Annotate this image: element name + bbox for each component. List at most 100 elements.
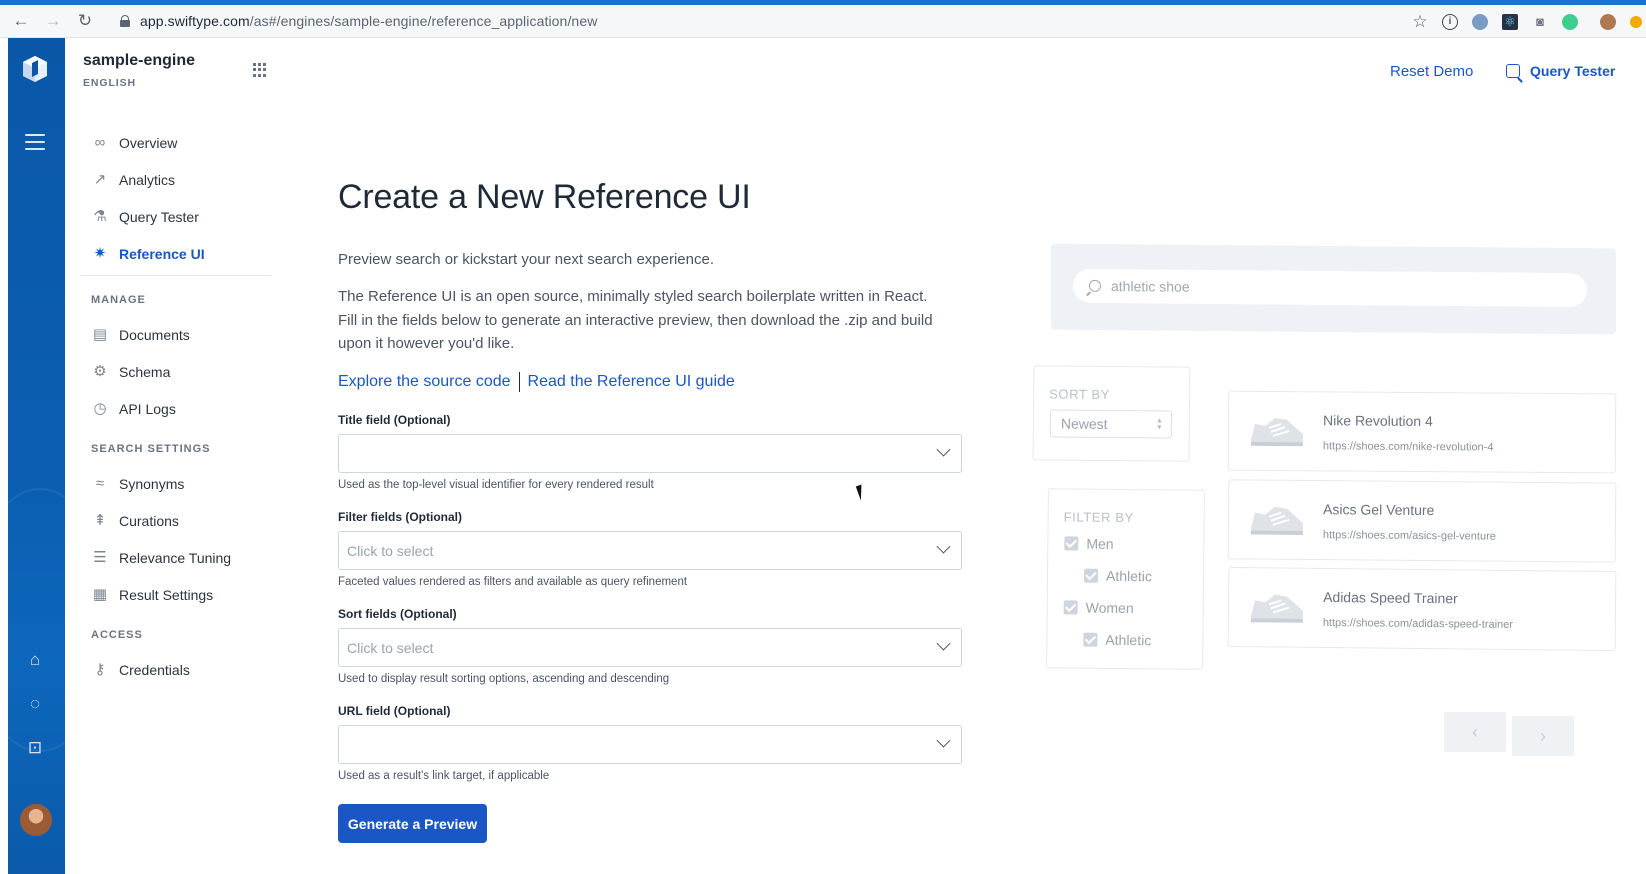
hamburger-menu-icon[interactable] xyxy=(25,134,45,155)
browser-toolbar: ← → ↻ app.swiftype.com/as#/engines/sampl… xyxy=(0,5,1646,38)
sidebar-item-relevance-tuning[interactable]: ☰ Relevance Tuning xyxy=(81,539,271,576)
bookmark-star-icon[interactable]: ☆ xyxy=(1412,13,1428,30)
preview-search-box: athletic shoe xyxy=(1073,268,1587,308)
chat-icon[interactable]: ◌ xyxy=(25,694,45,714)
sort-fields-label: Sort fields (Optional) xyxy=(338,607,457,621)
binoculars-icon: ∞ xyxy=(94,133,106,151)
reset-demo-button[interactable]: Reset Demo xyxy=(1390,63,1473,80)
preview-result-url: https://shoes.com/asics-gel-venture xyxy=(1322,529,1496,543)
search-icon xyxy=(1089,279,1101,292)
wave-icon: ≈ xyxy=(95,474,105,492)
sidebar-item-result-settings[interactable]: ▦ Result Settings xyxy=(81,576,271,613)
sidebar-item-credentials[interactable]: ⚷ Credentials xyxy=(81,651,271,688)
preview-filter-checkbox: Women xyxy=(1063,599,1134,616)
preview-filter-text: Men xyxy=(1086,535,1114,552)
query-tester-label: Query Tester xyxy=(1530,63,1616,79)
sidebar-item-label: Synonyms xyxy=(119,475,185,492)
preview-prev-icon: ‹ xyxy=(1444,712,1506,752)
sidebar-item-query-tester[interactable]: ⚗ Query Tester xyxy=(81,198,271,235)
sort-fields-select[interactable]: Click to select xyxy=(338,628,962,667)
sidebar-item-synonyms[interactable]: ≈ Synonyms xyxy=(81,465,271,502)
engine-name[interactable]: sample-engine xyxy=(83,52,195,70)
back-arrow-icon[interactable]: ← xyxy=(10,10,32,32)
title-field-select[interactable] xyxy=(338,434,962,473)
chevron-down-icon xyxy=(936,539,951,554)
shoe-icon xyxy=(1250,506,1303,535)
select-arrows-icon: ▲ ▼ xyxy=(1155,417,1163,432)
sidebar-item-reference-ui[interactable]: ✷ Reference UI xyxy=(81,235,271,272)
sidebar-item-label: Analytics xyxy=(119,171,176,188)
preview-result-name: Nike Revolution 4 xyxy=(1323,412,1433,430)
key-icon: ⚷ xyxy=(94,660,106,678)
chevron-down-icon xyxy=(936,636,951,651)
engine-sidebar: sample-engine ENGLISH ∞ Overview ↗ Analyti… xyxy=(65,38,287,874)
info-extension-icon[interactable]: i xyxy=(1442,13,1458,30)
title-field-group: Title field (Optional) Used as the top-l… xyxy=(338,413,962,491)
sidebar-item-label: Relevance Tuning xyxy=(119,549,232,566)
profile-avatar-icon[interactable] xyxy=(1600,13,1616,30)
sidebar-item-api-logs[interactable]: ◷ API Logs xyxy=(81,390,271,427)
address-bar[interactable]: app.swiftype.com/as#/engines/sample-engi… xyxy=(140,13,597,29)
preview-result-card: Asics Gel Venture https://shoes.com/asic… xyxy=(1227,479,1617,563)
clock-icon: ◷ xyxy=(93,399,107,417)
engine-language: ENGLISH xyxy=(83,77,136,89)
preview-result-url: https://shoes.com/nike-revolution-4 xyxy=(1322,440,1494,454)
checkbox-checked-icon xyxy=(1063,600,1078,615)
react-devtools-icon[interactable]: ⚛ xyxy=(1502,13,1518,30)
sidebar-item-label: Result Settings xyxy=(119,586,214,603)
query-tester-icon xyxy=(1506,64,1520,78)
sidebar-item-curations[interactable]: ⇞ Curations xyxy=(81,502,271,539)
preview-filter-checkbox: Athletic xyxy=(1083,631,1152,649)
url-field-select[interactable] xyxy=(338,725,962,764)
url-field-label: URL field (Optional) xyxy=(338,704,451,718)
sidebar-item-label: Curations xyxy=(119,512,179,529)
forward-arrow-icon[interactable]: → xyxy=(42,10,64,32)
generate-preview-button[interactable]: Generate a Preview xyxy=(338,804,487,843)
sidebar-item-schema[interactable]: ⚙ Schema xyxy=(81,353,271,390)
filter-fields-select[interactable]: Click to select xyxy=(338,531,962,570)
preview-filter-text: Athletic xyxy=(1105,567,1153,585)
chevron-down-icon xyxy=(936,733,951,748)
preview-result-name: Adidas Speed Trainer xyxy=(1323,588,1458,607)
page-title: Create a New Reference UI xyxy=(338,178,751,216)
sidebar-item-overview[interactable]: ∞ Overview xyxy=(81,124,271,161)
preview-search-placeholder: athletic shoe xyxy=(1111,278,1190,295)
swiftype-logo-icon[interactable] xyxy=(20,54,50,84)
title-field-label: Title field (Optional) xyxy=(338,413,451,427)
link-separator xyxy=(518,372,520,392)
section-manage: MANAGE xyxy=(91,294,146,306)
reference-ui-guide-link[interactable]: Read the Reference UI guide xyxy=(528,373,735,391)
filter-fields-hint: Faceted values rendered as filters and a… xyxy=(338,576,688,588)
query-tester-button[interactable]: Query Tester xyxy=(1506,63,1615,79)
sidebar-item-documents[interactable]: ▤ Documents xyxy=(81,316,271,353)
url-host: app.swiftype.com xyxy=(140,13,250,29)
description-text: The Reference UI is an open source, mini… xyxy=(338,288,933,352)
camera-icon[interactable]: ◙ xyxy=(1532,14,1548,30)
green-extension-icon[interactable] xyxy=(1562,13,1578,30)
preview-result-card: Nike Revolution 4 https://shoes.com/nike… xyxy=(1227,390,1617,474)
gear-icon: ⚙ xyxy=(93,362,107,380)
sort-fields-hint: Used to display result sorting options, … xyxy=(338,673,670,685)
preview-sort-panel: SORT BY Newest ▲ ▼ xyxy=(1032,365,1191,462)
engine-switcher-grid-icon[interactable] xyxy=(253,63,267,77)
checkbox-checked-icon xyxy=(1083,568,1099,583)
section-search-settings: SEARCH SETTINGS xyxy=(91,443,211,455)
user-avatar[interactable] xyxy=(20,804,52,836)
explore-source-link[interactable]: Explore the source code xyxy=(338,373,511,391)
preview-filter-text: Athletic xyxy=(1105,631,1152,649)
magic-wand-icon: ✷ xyxy=(93,244,107,262)
extension-icon[interactable] xyxy=(1472,13,1488,30)
shoe-icon xyxy=(1250,417,1303,447)
preview-filter-panel: FILTER BY Men Athletic Women Athletic xyxy=(1046,488,1205,670)
support-icon[interactable]: ⊡ xyxy=(25,738,45,758)
sidebar-item-label: Reference UI xyxy=(119,245,205,262)
app-rail: ⌂ ◌ ⊡ xyxy=(8,38,65,874)
home-icon[interactable]: ⌂ xyxy=(25,650,45,670)
notification-dot-icon[interactable] xyxy=(1630,15,1642,28)
sidebar-item-label: Documents xyxy=(119,326,190,343)
sidebar-item-analytics[interactable]: ↗ Analytics xyxy=(81,161,271,198)
sidebar-item-label: Credentials xyxy=(119,661,190,678)
chevron-down-icon xyxy=(936,442,951,457)
reload-icon[interactable]: ↻ xyxy=(74,10,96,32)
preview-next-icon: › xyxy=(1512,716,1574,756)
